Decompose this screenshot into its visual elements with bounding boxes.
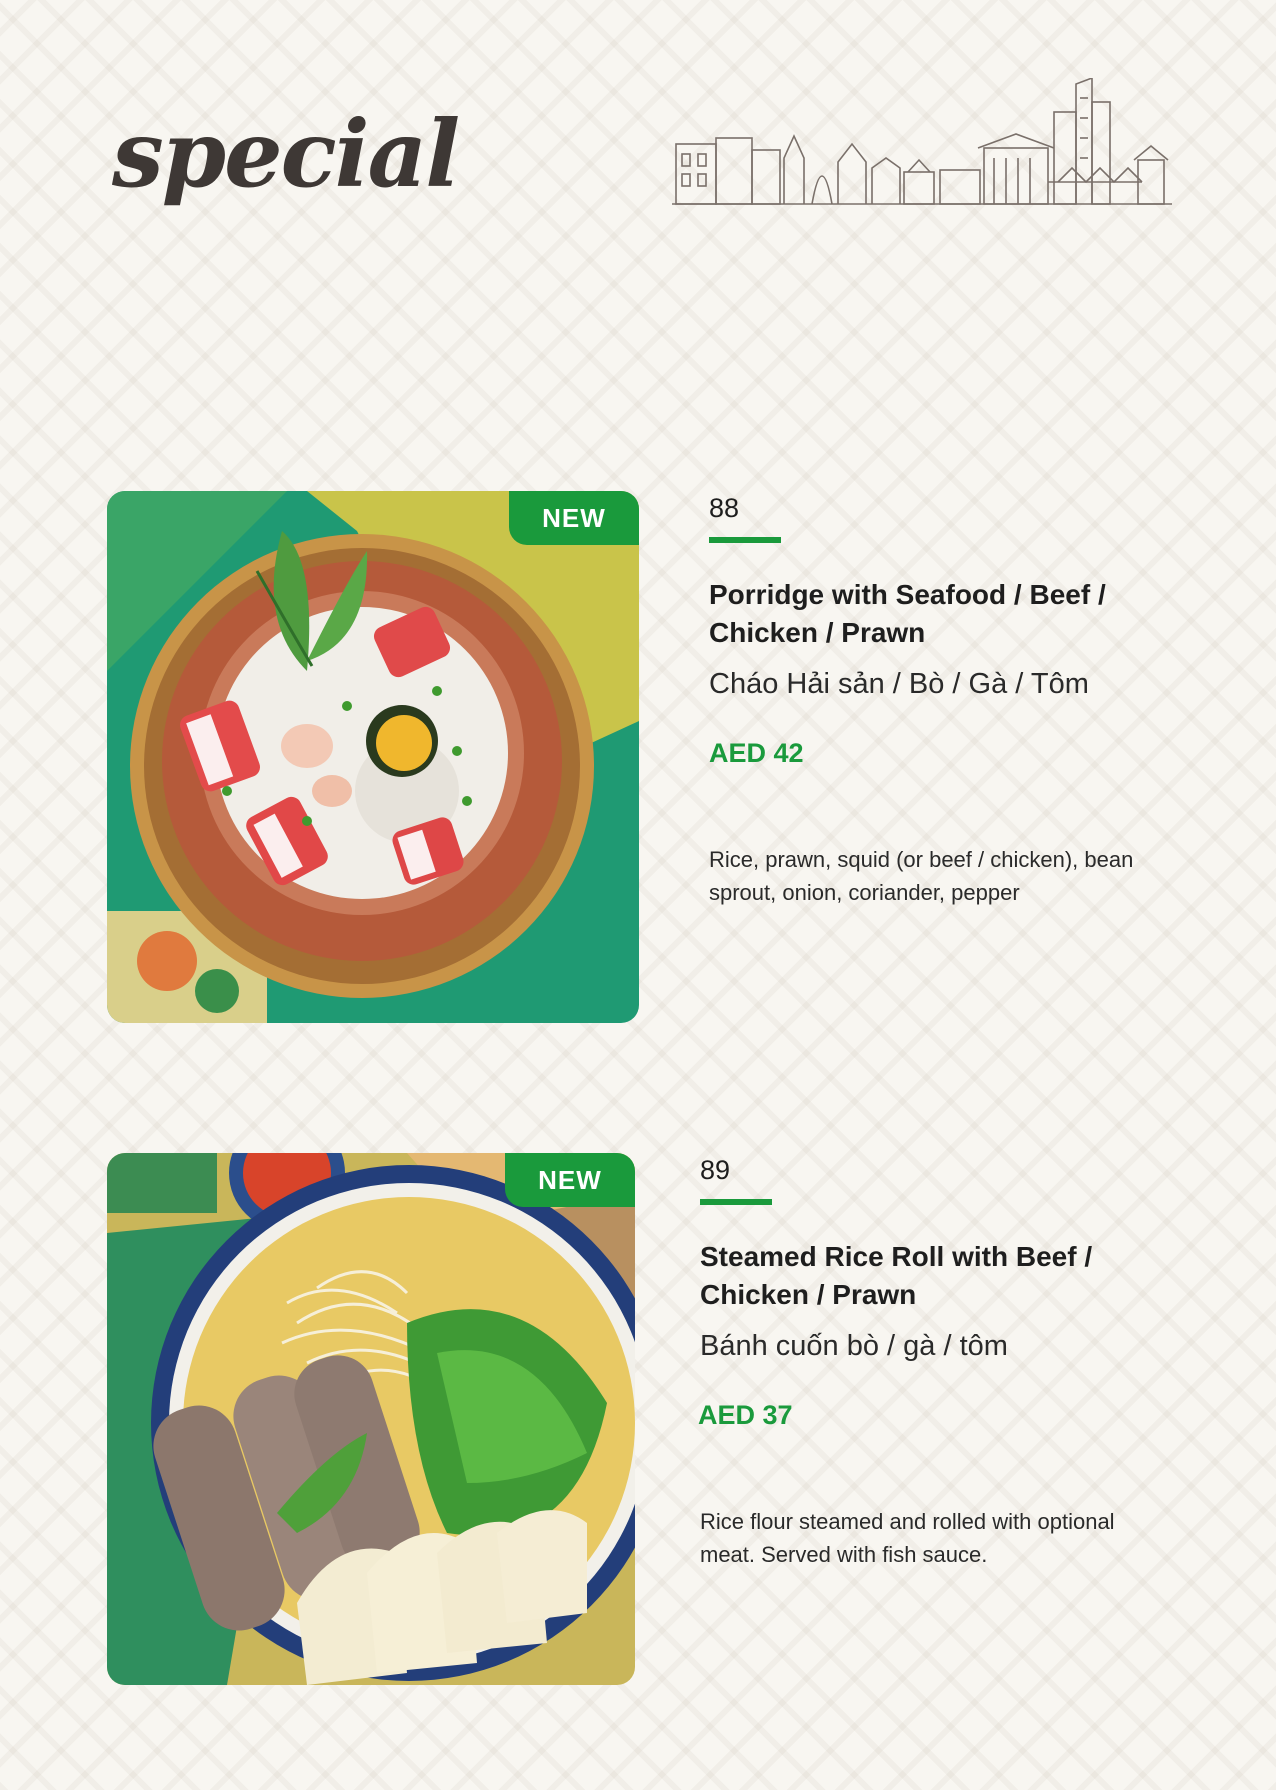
item-vietnamese-name: Bánh cuốn bò / gà / tôm [700, 1330, 1008, 1362]
item-number: 88 [709, 493, 740, 523]
rice-roll-image [107, 1153, 635, 1685]
item-number: 89 [700, 1155, 731, 1185]
city-skyline-illustration [672, 78, 1172, 205]
item-name: Steamed Rice Roll with Beef / Chicken / … [700, 1241, 1093, 1310]
porridge-photo: NEW [107, 491, 639, 1023]
new-badge: NEW [505, 1153, 635, 1207]
item-number-underline [700, 1199, 772, 1205]
new-badge: NEW [509, 491, 639, 545]
item-price: AED 37 [698, 1400, 793, 1430]
porridge-image [107, 491, 639, 1023]
item-number-underline [709, 537, 781, 543]
item-name: Porridge with Seafood / Beef / Chicken /… [709, 579, 1106, 648]
item-price: AED 42 [709, 738, 804, 768]
page-title: special [112, 100, 460, 208]
item-vietnamese-name: Cháo Hải sản / Bò / Gà / Tôm [709, 668, 1089, 700]
item-description: Rice flour steamed and rolled with optio… [700, 1509, 1115, 1567]
rice-roll-photo: NEW [107, 1153, 635, 1685]
item-description: Rice, prawn, squid (or beef / chicken), … [709, 847, 1134, 905]
